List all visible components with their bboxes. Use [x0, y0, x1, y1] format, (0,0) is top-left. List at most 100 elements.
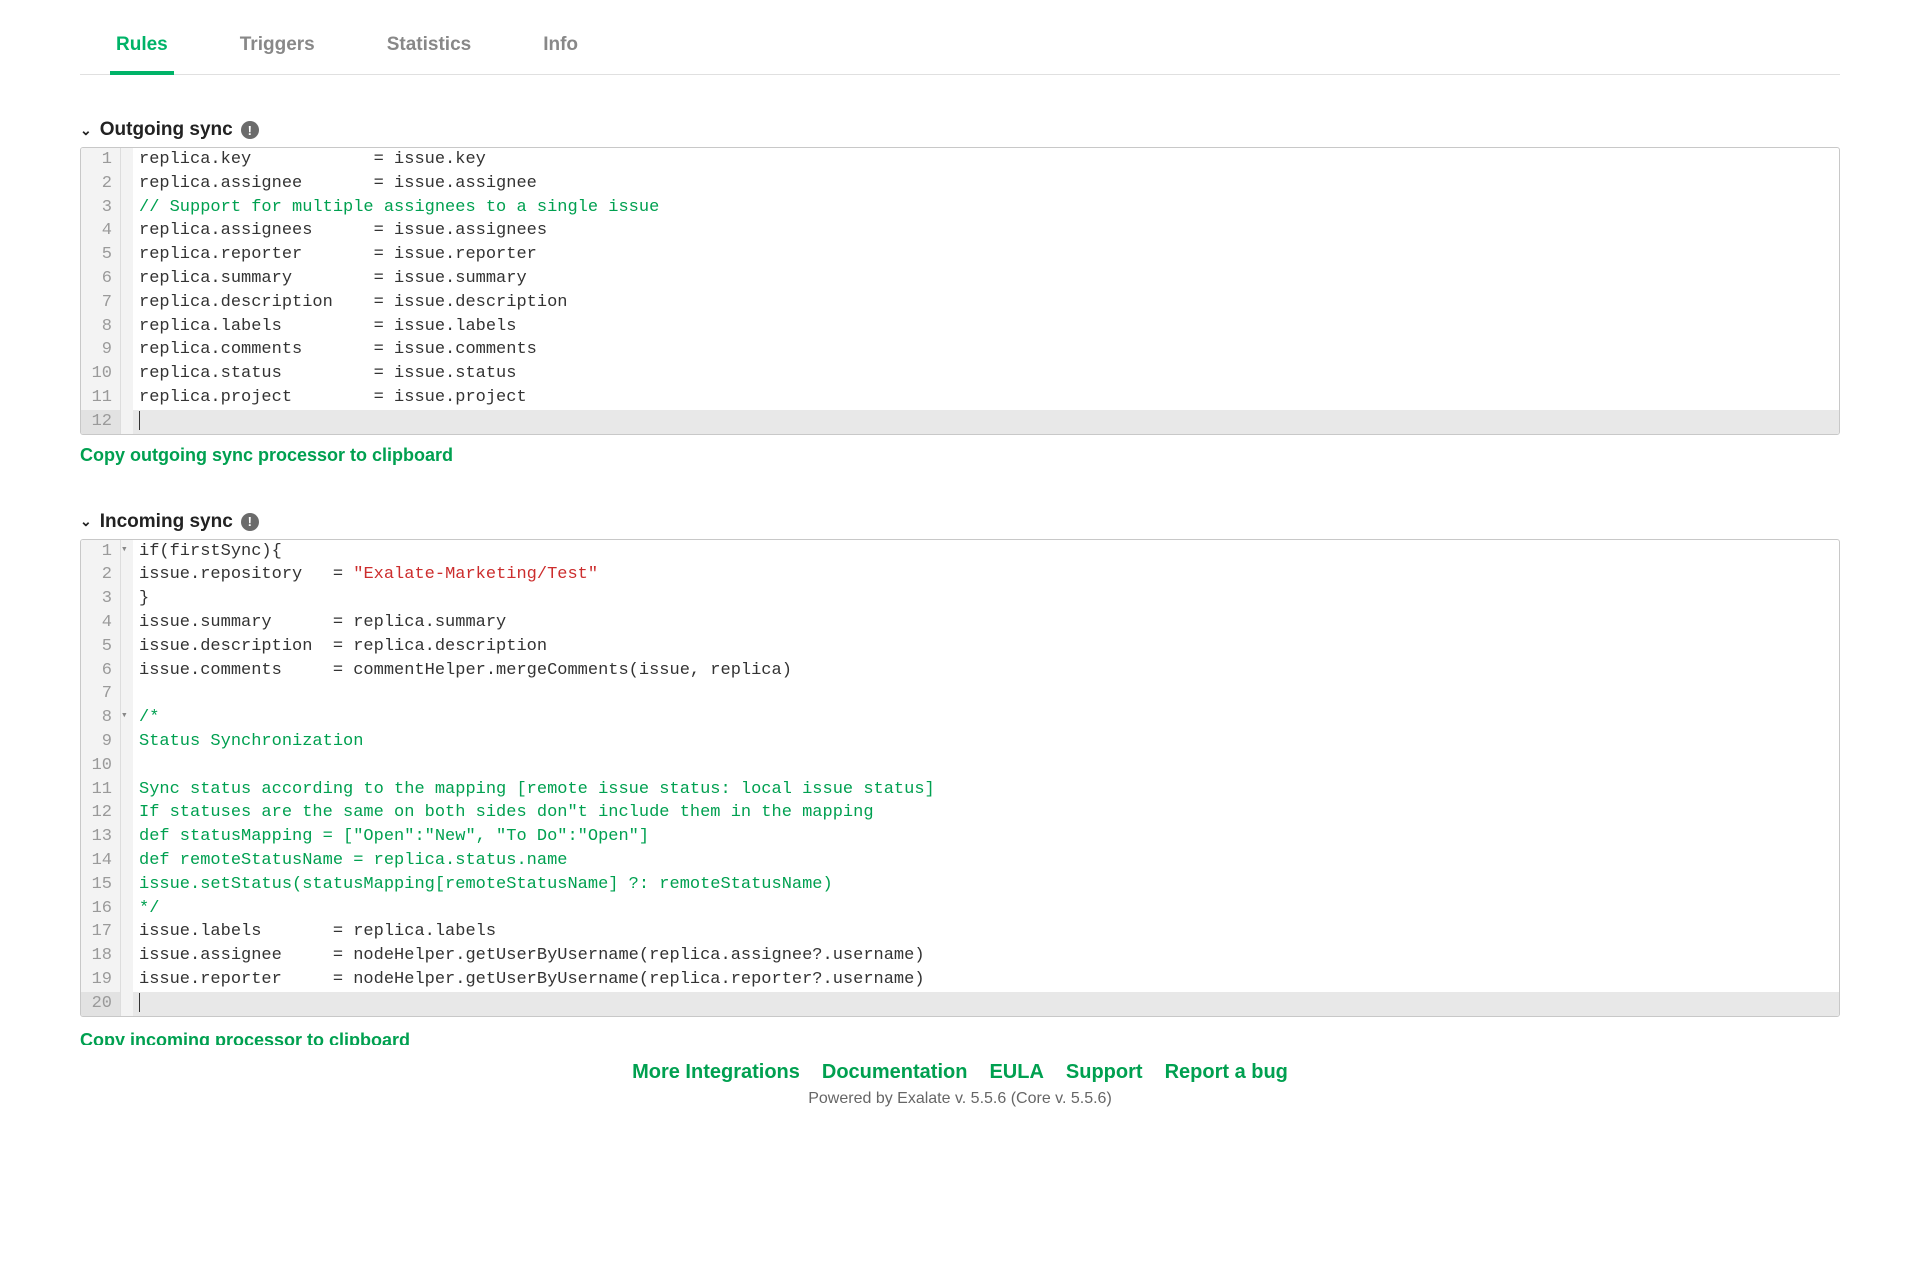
code-content[interactable]: def statusMapping = ["Open":"New", "To D… [133, 825, 1839, 849]
line-number: 10 [81, 754, 121, 778]
footer-documentation[interactable]: Documentation [822, 1061, 968, 1084]
code-line[interactable]: 6replica.summary = issue.summary [81, 267, 1839, 291]
code-line[interactable]: 16*/ [81, 897, 1839, 921]
outgoing-sync-header[interactable]: ⌄ Outgoing sync ! [80, 119, 1840, 141]
code-content[interactable]: Sync status according to the mapping [re… [133, 778, 1839, 802]
fold-marker [121, 944, 133, 968]
line-number: 15 [81, 873, 121, 897]
line-number: 11 [81, 778, 121, 802]
code-line[interactable]: 11replica.project = issue.project [81, 386, 1839, 410]
code-content[interactable]: issue.reporter = nodeHelper.getUserByUse… [133, 968, 1839, 992]
code-content[interactable] [133, 992, 1839, 1016]
fold-marker [121, 291, 133, 315]
code-line[interactable]: 8▾/* [81, 706, 1839, 730]
code-line[interactable]: 10 [81, 754, 1839, 778]
code-content[interactable]: replica.labels = issue.labels [133, 315, 1839, 339]
code-line[interactable]: 1▾if(firstSync){ [81, 540, 1839, 564]
code-content[interactable] [133, 754, 1839, 778]
code-content[interactable] [133, 682, 1839, 706]
code-content[interactable]: replica.reporter = issue.reporter [133, 243, 1839, 267]
code-line[interactable]: 18 issue.assignee = nodeHelper.getUserByU… [81, 944, 1839, 968]
fold-marker [121, 754, 133, 778]
code-content[interactable]: Status Synchronization [133, 730, 1839, 754]
fold-marker [121, 172, 133, 196]
tab-info[interactable]: Info [537, 20, 584, 74]
code-content[interactable] [133, 410, 1839, 434]
code-content[interactable]: issue.labels = replica.labels [133, 920, 1839, 944]
code-content[interactable]: def remoteStatusName = replica.status.na… [133, 849, 1839, 873]
code-line[interactable]: 11 Sync status according to the mapping [… [81, 778, 1839, 802]
copy-incoming-link[interactable]: Copy incoming processor to clipboard [80, 1027, 410, 1045]
code-content[interactable]: } [133, 587, 1839, 611]
code-content[interactable]: If statuses are the same on both sides d… [133, 801, 1839, 825]
code-line[interactable]: 20 [81, 992, 1839, 1016]
code-line[interactable]: 5replica.reporter = issue.reporter [81, 243, 1839, 267]
code-line[interactable]: 2replica.assignee = issue.assignee [81, 172, 1839, 196]
code-content[interactable]: replica.assignee = issue.assignee [133, 172, 1839, 196]
fold-marker [121, 338, 133, 362]
code-content[interactable]: /* [133, 706, 1839, 730]
code-line[interactable]: 5issue.description = replica.description [81, 635, 1839, 659]
code-content[interactable]: issue.setStatus(statusMapping[remoteStat… [133, 873, 1839, 897]
code-content[interactable]: issue.description = replica.description [133, 635, 1839, 659]
code-content[interactable]: replica.comments = issue.comments [133, 338, 1839, 362]
tab-triggers[interactable]: Triggers [234, 20, 321, 74]
footer-support[interactable]: Support [1066, 1061, 1143, 1084]
incoming-code-editor[interactable]: 1▾if(firstSync){2issue.repository = "Exa… [80, 539, 1840, 1017]
code-line[interactable]: 7 [81, 682, 1839, 706]
copy-outgoing-link[interactable]: Copy outgoing sync processor to clipboar… [80, 445, 453, 466]
code-line[interactable]: 3} [81, 587, 1839, 611]
code-content[interactable]: replica.key = issue.key [133, 148, 1839, 172]
info-icon[interactable]: ! [241, 513, 259, 531]
footer-more-integrations[interactable]: More Integrations [632, 1061, 800, 1084]
fold-marker: ▾ [121, 706, 133, 730]
line-number: 7 [81, 682, 121, 706]
code-line[interactable]: 9 Status Synchronization [81, 730, 1839, 754]
code-content[interactable]: */ [133, 897, 1839, 921]
incoming-sync-header[interactable]: ⌄ Incoming sync ! [80, 511, 1840, 533]
code-line[interactable]: 7replica.description = issue.description [81, 291, 1839, 315]
code-line[interactable]: 10replica.status = issue.status [81, 362, 1839, 386]
code-content[interactable]: replica.description = issue.description [133, 291, 1839, 315]
code-line[interactable]: 17issue.labels = replica.labels [81, 920, 1839, 944]
code-line[interactable]: 6issue.comments = commentHelper.mergeCom… [81, 659, 1839, 683]
code-content[interactable]: replica.project = issue.project [133, 386, 1839, 410]
tab-statistics[interactable]: Statistics [381, 20, 477, 74]
line-number: 18 [81, 944, 121, 968]
fold-marker [121, 992, 133, 1016]
info-icon[interactable]: ! [241, 121, 259, 139]
code-line[interactable]: 12 [81, 410, 1839, 434]
line-number: 19 [81, 968, 121, 992]
code-line[interactable]: 12If statuses are the same on both sides… [81, 801, 1839, 825]
outgoing-code-editor[interactable]: 1replica.key = issue.key2replica.assigne… [80, 147, 1840, 435]
code-line[interactable]: 1replica.key = issue.key [81, 148, 1839, 172]
code-line[interactable]: 19 issue.reporter = nodeHelper.getUserByU… [81, 968, 1839, 992]
code-content[interactable]: issue.assignee = nodeHelper.getUserByUse… [133, 944, 1839, 968]
code-content[interactable]: // Support for multiple assignees to a s… [133, 196, 1839, 220]
code-content[interactable]: replica.status = issue.status [133, 362, 1839, 386]
code-line[interactable]: 9replica.comments = issue.comments [81, 338, 1839, 362]
code-content[interactable]: replica.assignees = issue.assignees [133, 219, 1839, 243]
code-line[interactable]: 14def remoteStatusName = replica.status.… [81, 849, 1839, 873]
code-line[interactable]: 15 issue.setStatus(statusMapping[remoteSt… [81, 873, 1839, 897]
fold-marker [121, 825, 133, 849]
code-line[interactable]: 2issue.repository = "Exalate-Marketing/T… [81, 563, 1839, 587]
code-line[interactable]: 3 // Support for multiple assignees to a … [81, 196, 1839, 220]
code-content[interactable]: issue.comments = commentHelper.mergeComm… [133, 659, 1839, 683]
code-line[interactable]: 4issue.summary = replica.summary [81, 611, 1839, 635]
footer-eula[interactable]: EULA [989, 1061, 1043, 1084]
footer-report-bug[interactable]: Report a bug [1165, 1061, 1288, 1084]
line-number: 3 [81, 196, 121, 220]
code-content[interactable]: issue.summary = replica.summary [133, 611, 1839, 635]
tab-rules[interactable]: Rules [110, 20, 174, 74]
code-content[interactable]: if(firstSync){ [133, 540, 1839, 564]
fold-marker [121, 243, 133, 267]
code-content[interactable]: issue.repository = "Exalate-Marketing/Te… [133, 563, 1839, 587]
code-line[interactable]: 13def statusMapping = ["Open":"New", "To… [81, 825, 1839, 849]
code-line[interactable]: 8replica.labels = issue.labels [81, 315, 1839, 339]
code-line[interactable]: 4replica.assignees = issue.assignees [81, 219, 1839, 243]
code-content[interactable]: replica.summary = issue.summary [133, 267, 1839, 291]
fold-marker [121, 897, 133, 921]
fold-marker [121, 587, 133, 611]
line-number: 9 [81, 730, 121, 754]
